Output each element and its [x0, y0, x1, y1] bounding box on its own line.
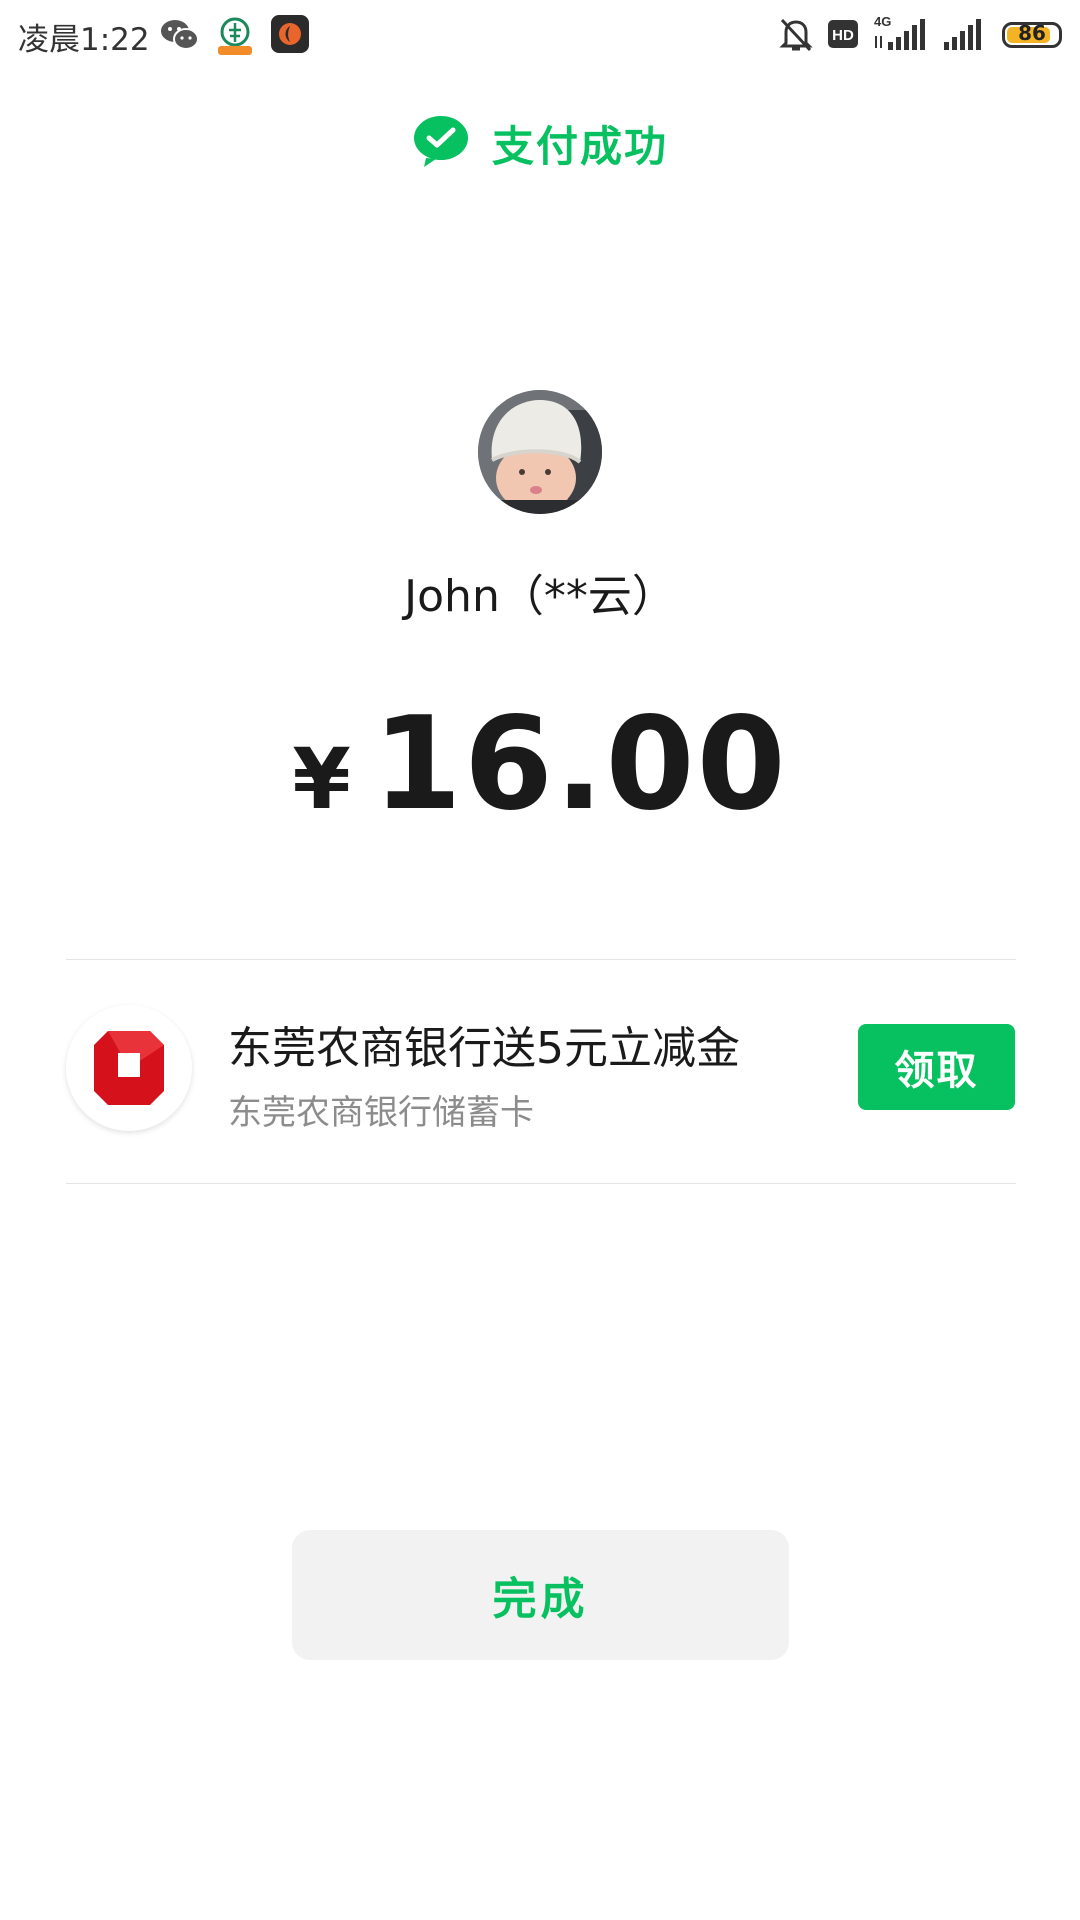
- wechat-icon: [160, 18, 200, 56]
- battery-icon: 86: [1002, 22, 1062, 48]
- wechat-pay-check-icon: [412, 114, 470, 172]
- currency-symbol: ¥: [292, 730, 351, 828]
- baby-avatar-image: [478, 390, 602, 514]
- payment-amount: ¥ 16.00: [0, 690, 1080, 839]
- orange-app-icon: [270, 14, 310, 58]
- page-title: 支付成功: [491, 121, 668, 171]
- signal-icon: [942, 14, 986, 56]
- promo-title: 东莞农商银行送5元立减金: [228, 1023, 740, 1074]
- divider-top: [66, 959, 1016, 960]
- signal-4g-icon: 4G: [872, 14, 930, 56]
- payment-success-header: 支付成功: [0, 108, 1080, 178]
- avatar: [478, 390, 602, 514]
- battery-level: 86: [1018, 22, 1046, 45]
- mute-bell-icon: [778, 16, 814, 58]
- claim-button[interactable]: 领取: [858, 1024, 1015, 1110]
- hd-icon: HD: [828, 20, 858, 52]
- promo-subtitle: 东莞农商银行储蓄卡: [228, 1093, 534, 1133]
- divider-bottom: [66, 1183, 1016, 1184]
- amount-value: 16.00: [372, 690, 788, 839]
- status-time: 凌晨1:22: [18, 22, 150, 58]
- payee-name: John（**云）: [404, 571, 676, 622]
- dongguan-rural-bank-logo: [66, 1005, 192, 1131]
- svg-text:4G: 4G: [874, 14, 891, 29]
- status-bar: 凌晨1:22 HD 4G 86: [0, 0, 1080, 76]
- done-button[interactable]: 完成: [292, 1530, 789, 1660]
- svg-text:HD: HD: [832, 27, 854, 44]
- bank-app-icon: [216, 16, 254, 60]
